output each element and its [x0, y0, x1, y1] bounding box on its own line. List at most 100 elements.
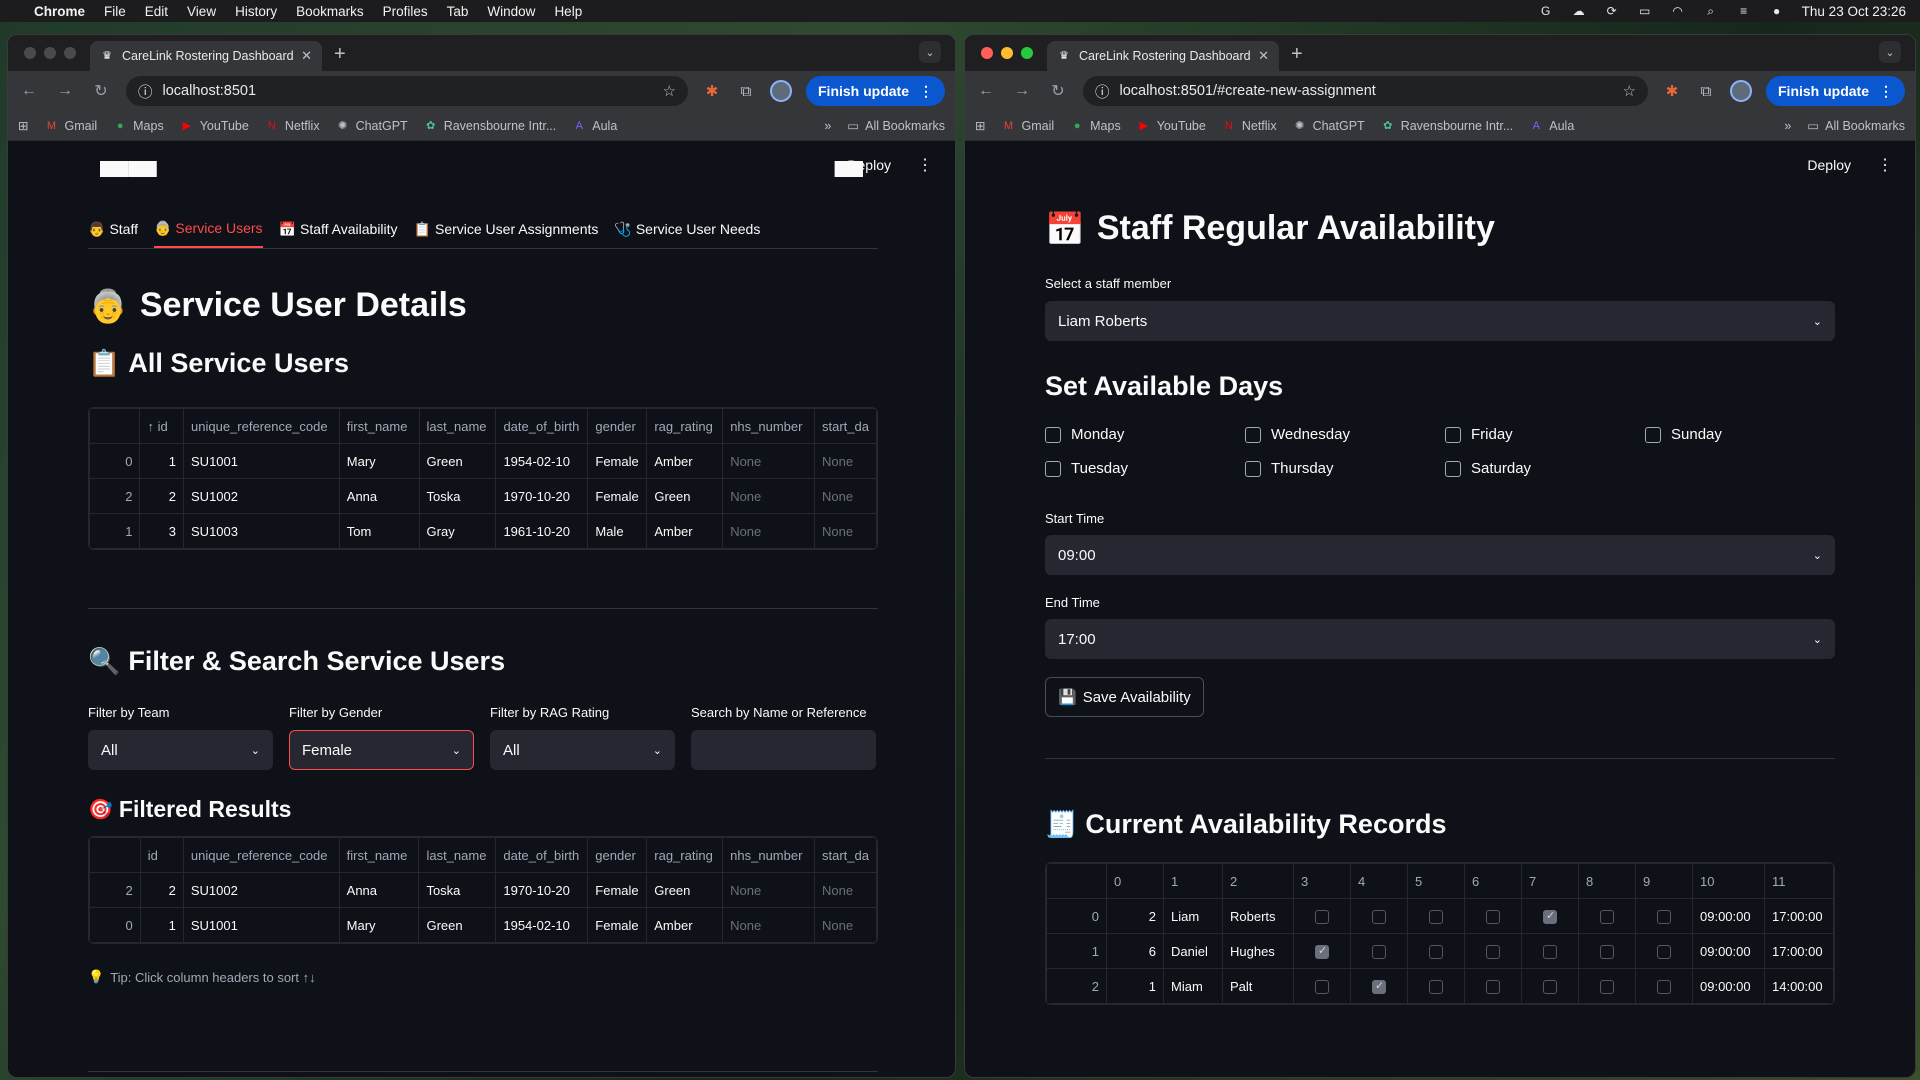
cell[interactable]: Roberts	[1222, 898, 1294, 934]
forward-icon[interactable]: →	[54, 82, 76, 100]
cell[interactable]: SU1001	[183, 443, 340, 479]
checkbox-box[interactable]	[1445, 426, 1461, 443]
cell[interactable]: Tom	[338, 513, 420, 549]
cell[interactable]: 14:00:00	[1764, 968, 1834, 1004]
column-header[interactable]: 6	[1464, 863, 1522, 899]
checkbox-icon[interactable]	[1372, 909, 1386, 924]
checkbox-wednesday[interactable]: Wednesday	[1245, 426, 1445, 443]
cell[interactable]: Female	[587, 443, 648, 479]
checkbox-icon[interactable]	[1429, 979, 1443, 994]
cell[interactable]: SU1001	[182, 907, 340, 943]
cell[interactable]: 17:00:00	[1764, 933, 1834, 969]
table-row[interactable]: 1 3 SU1003 Tom Gray 1961-10-20 Male Ambe…	[89, 513, 877, 549]
menu-file[interactable]: File	[104, 4, 126, 19]
checkbox-icon[interactable]	[1486, 944, 1500, 959]
cell[interactable]: 1970-10-20	[495, 872, 589, 908]
menu-history[interactable]: History	[235, 4, 277, 19]
new-tab-icon[interactable]: +	[1291, 43, 1303, 66]
checkbox-box[interactable]	[1245, 426, 1261, 443]
checkbox-icon[interactable]	[1429, 909, 1443, 924]
checkbox-icon[interactable]	[1657, 979, 1671, 994]
cell[interactable]: 1954-02-10	[495, 907, 589, 943]
extensions-puzzle-icon[interactable]: ⧉	[1696, 83, 1716, 100]
minimize-window-button[interactable]	[1001, 47, 1013, 59]
column-header[interactable]: rag_rating	[646, 408, 724, 444]
finish-update-button[interactable]: Finish update ⋮	[1766, 76, 1905, 106]
cell[interactable]: Liam	[1163, 898, 1223, 934]
cell[interactable]: None	[814, 872, 877, 908]
menu-help[interactable]: Help	[554, 4, 582, 19]
column-header[interactable]: gender	[587, 408, 648, 444]
control-center-icon[interactable]: ≡	[1736, 4, 1752, 18]
end-time-select[interactable]: 17:00 ⌄	[1045, 619, 1835, 659]
table-row[interactable]: 0 1 SU1001 Mary Green 1954-02-10 Female …	[89, 443, 877, 479]
cell[interactable]: 2	[139, 872, 184, 908]
cell[interactable]: None	[722, 907, 816, 943]
close-window-button[interactable]	[981, 47, 993, 59]
cell[interactable]: Amber	[646, 907, 724, 943]
cell-checkbox[interactable]	[1350, 933, 1408, 969]
more-menu-icon[interactable]: ⋮	[1879, 83, 1893, 100]
cell-checkbox[interactable]	[1578, 898, 1636, 934]
column-header[interactable]	[89, 837, 141, 873]
cell-checkbox[interactable]	[1464, 898, 1522, 934]
cell-checkbox[interactable]	[1293, 898, 1351, 934]
address-bar[interactable]: ⓘ localhost:8501/#create-new-assignment …	[1083, 76, 1648, 106]
checkbox-icon[interactable]	[1486, 979, 1500, 994]
back-icon[interactable]: ←	[18, 82, 40, 100]
menu-edit[interactable]: Edit	[145, 4, 168, 19]
column-header-id[interactable]: id	[139, 837, 184, 873]
finish-update-button[interactable]: Finish update ⋮	[806, 76, 945, 106]
cell[interactable]: Gray	[418, 513, 497, 549]
bookmark-gmail[interactable]: M Gmail	[1001, 119, 1054, 133]
column-header[interactable]: first_name	[338, 837, 420, 873]
cell[interactable]: Toska	[418, 478, 497, 514]
battery-icon[interactable]: ▭	[1637, 4, 1653, 18]
cloud-icon[interactable]: ☁	[1571, 4, 1587, 18]
search-input[interactable]	[691, 730, 876, 770]
reload-icon[interactable]: ↻	[90, 81, 112, 101]
extension-icon[interactable]: ✱	[1662, 82, 1682, 100]
bookmarks-overflow-icon[interactable]: »	[824, 119, 831, 133]
menu-app-name[interactable]: Chrome	[34, 4, 85, 19]
column-header[interactable]: 3	[1293, 863, 1351, 899]
browser-tab[interactable]: ♛ CareLink Rostering Dashboard ✕	[1047, 41, 1279, 71]
cell[interactable]: Amber	[646, 513, 724, 549]
checkbox-icon[interactable]	[1657, 909, 1671, 924]
cell[interactable]: Mary	[338, 443, 420, 479]
checkbox-box[interactable]	[1045, 426, 1061, 443]
checkbox-icon[interactable]	[1315, 909, 1329, 924]
tab-service-user-needs[interactable]: 🩺 Service User Needs	[614, 218, 760, 248]
checkbox-friday[interactable]: Friday	[1445, 426, 1645, 443]
bookmark-aula[interactable]: A Aula	[1529, 119, 1575, 133]
close-tab-icon[interactable]: ✕	[301, 48, 312, 64]
bookmark-maps[interactable]: ● Maps	[113, 119, 164, 133]
cell[interactable]: Green	[646, 478, 724, 514]
siri-icon[interactable]: ●	[1769, 4, 1785, 18]
column-header[interactable]: date_of_birth	[495, 408, 589, 444]
cell[interactable]: Toska	[418, 872, 497, 908]
cell-checkbox[interactable]	[1407, 968, 1465, 1004]
cell[interactable]: None	[722, 872, 816, 908]
bookmark-aula[interactable]: A Aula	[572, 119, 618, 133]
checkbox-box[interactable]	[1645, 426, 1661, 443]
checkbox-checked-icon[interactable]	[1372, 979, 1386, 994]
main-menu-icon[interactable]: ⋮	[917, 155, 933, 175]
cell[interactable]: Amber	[646, 443, 724, 479]
main-menu-icon[interactable]: ⋮	[1877, 155, 1893, 175]
column-header[interactable]: unique_reference_code	[183, 408, 340, 444]
availability-records-table[interactable]: 0 1 2 3 4 5 6 7 8 9 10 11 0 2 Liam Rober…	[1045, 862, 1835, 1005]
cell-checkbox[interactable]	[1350, 898, 1408, 934]
cell[interactable]: SU1003	[183, 513, 340, 549]
bookmark-maps[interactable]: ● Maps	[1070, 119, 1121, 133]
bookmarks-overflow-icon[interactable]: »	[1784, 119, 1791, 133]
column-header[interactable]: date_of_birth	[495, 837, 589, 873]
checkbox-icon[interactable]	[1600, 979, 1614, 994]
checkbox-box[interactable]	[1445, 460, 1461, 477]
sync-icon[interactable]: ⟳	[1604, 4, 1620, 18]
cell[interactable]: 09:00:00	[1692, 898, 1765, 934]
cell-checkbox[interactable]	[1407, 898, 1465, 934]
cell[interactable]: 09:00:00	[1692, 968, 1765, 1004]
table-row[interactable]: 0 1 SU1001 Mary Green 1954-02-10 Female …	[89, 907, 877, 943]
team-filter-select[interactable]: All ⌄	[88, 730, 273, 770]
